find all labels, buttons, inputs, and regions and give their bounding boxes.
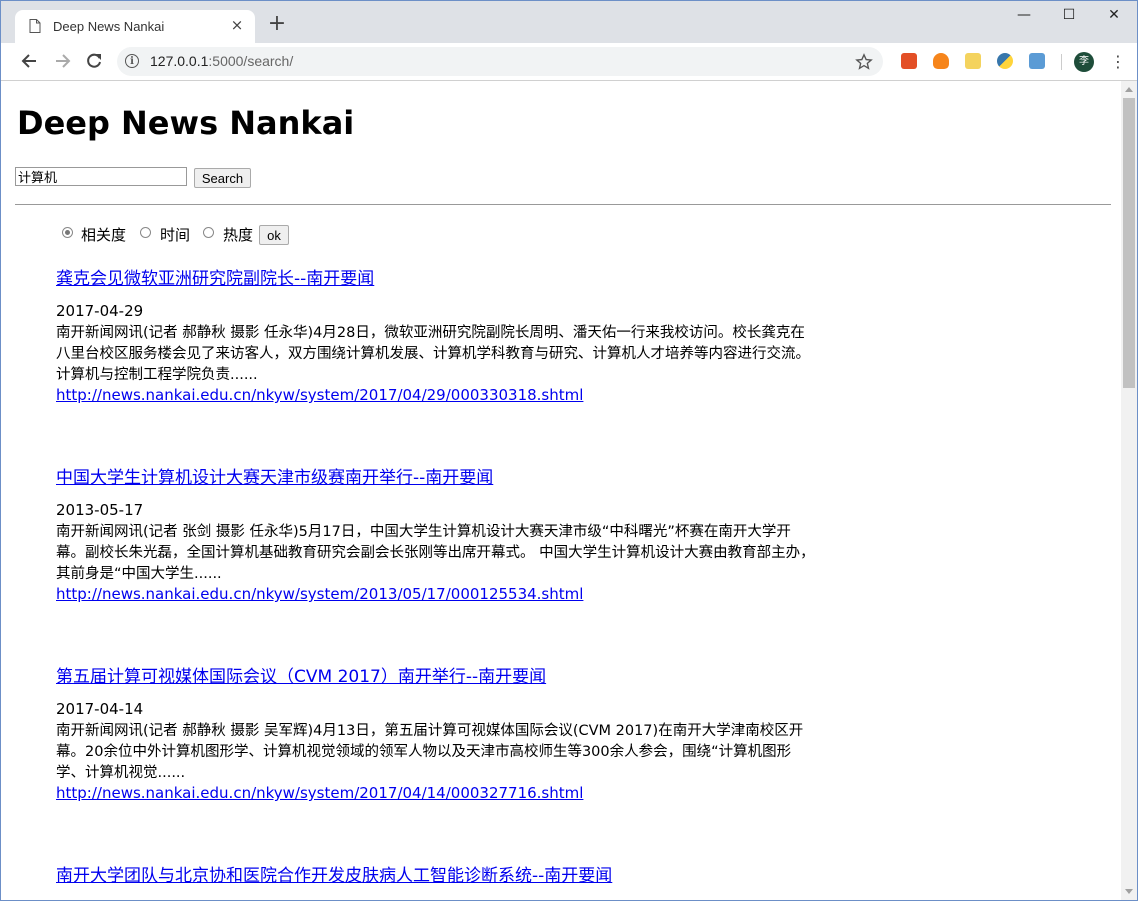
address-bar[interactable]: i 127.0.0.1:5000/search/ <box>117 47 883 76</box>
maximize-icon[interactable]: ☐ <box>1046 7 1092 27</box>
browser-toolbar: i 127.0.0.1:5000/search/ 李 ⋮ <box>1 43 1137 81</box>
toolbar-separator <box>1061 54 1062 70</box>
result-item: 中国大学生计算机设计大赛天津市级赛南开举行--南开要闻 2013-05-17 南… <box>56 463 826 603</box>
page-title: Deep News Nankai <box>17 104 355 142</box>
result-url-link[interactable]: http://news.nankai.edu.cn/nkyw/system/20… <box>56 386 583 404</box>
reload-icon[interactable] <box>84 51 104 71</box>
sort-popularity-label: 热度 <box>223 226 254 244</box>
page-viewport: Deep News Nankai Search 相关度 时间 热度 ok 龚克会… <box>1 81 1121 900</box>
close-icon[interactable]: × <box>229 17 245 33</box>
result-item: 龚克会见微软亚洲研究院副院长--南开要闻 2017-04-29 南开新闻网讯(记… <box>56 264 826 404</box>
new-tab-icon[interactable]: + <box>267 13 287 35</box>
result-title-link[interactable]: 南开大学团队与北京协和医院合作开发皮肤病人工智能诊断系统--南开要闻 <box>56 861 826 886</box>
result-date: 2017-04-29 <box>56 302 144 320</box>
result-date: 2013-05-17 <box>56 501 144 519</box>
sort-relevance-label: 相关度 <box>81 226 127 244</box>
extension-icon[interactable] <box>1029 53 1045 69</box>
result-url-link[interactable]: http://news.nankai.edu.cn/nkyw/system/20… <box>56 585 583 603</box>
divider <box>15 204 1111 205</box>
info-icon[interactable]: i <box>125 54 139 68</box>
search-button[interactable]: Search <box>194 168 251 188</box>
scroll-thumb[interactable] <box>1123 98 1135 388</box>
profile-avatar[interactable]: 李 <box>1074 52 1094 72</box>
result-url-link[interactable]: http://news.nankai.edu.cn/nkyw/system/20… <box>56 784 583 802</box>
tab-strip: Deep News Nankai × + — ☐ ✕ <box>1 1 1137 43</box>
result-snippet: 南开新闻网讯(记者 郝静秋 摄影 任永华)4月28日，微软亚洲研究院副院长周明、… <box>56 325 810 383</box>
forward-arrow-icon[interactable] <box>52 51 72 71</box>
page-scrollbar[interactable] <box>1121 81 1137 900</box>
result-title-link[interactable]: 中国大学生计算机设计大赛天津市级赛南开举行--南开要闻 <box>56 463 826 488</box>
back-arrow-icon[interactable] <box>20 51 40 71</box>
dictionary-extension-icon[interactable] <box>965 53 981 69</box>
url-text[interactable]: 127.0.0.1:5000/search/ <box>150 53 293 69</box>
sort-time-radio[interactable] <box>140 227 151 238</box>
tab-active[interactable]: Deep News Nankai × <box>15 10 255 43</box>
scroll-up-arrow-icon[interactable] <box>1125 87 1133 92</box>
menu-dots-icon[interactable]: ⋮ <box>1110 53 1126 71</box>
result-date: 2017-04-14 <box>56 700 144 718</box>
result-snippet: 南开新闻网讯(记者 郝静秋 摄影 吴军辉)4月13日，第五届计算可视媒体国际会议… <box>56 723 804 781</box>
metamask-extension-icon[interactable] <box>933 53 949 69</box>
bookmark-star-icon[interactable] <box>855 53 873 71</box>
sort-ok-button[interactable]: ok <box>259 225 289 245</box>
result-snippet: 南开新闻网讯(记者 张剑 摄影 任永华)5月17日，中国大学生计算机设计大赛天津… <box>56 524 815 582</box>
browser-window: Deep News Nankai × + — ☐ ✕ i 127.0.0.1:5… <box>0 0 1138 901</box>
tab-title: Deep News Nankai <box>53 19 165 34</box>
result-title-link[interactable]: 第五届计算可视媒体国际会议（CVM 2017）南开举行--南开要闻 <box>56 662 826 687</box>
search-input[interactable] <box>15 167 187 186</box>
sort-popularity-radio[interactable] <box>203 227 214 238</box>
window-close-icon[interactable]: ✕ <box>1091 7 1137 27</box>
document-icon <box>29 19 41 33</box>
result-item: 南开大学团队与北京协和医院合作开发皮肤病人工智能诊断系统--南开要闻 <box>56 861 826 886</box>
result-title-link[interactable]: 龚克会见微软亚洲研究院副院长--南开要闻 <box>56 264 826 289</box>
result-item: 第五届计算可视媒体国际会议（CVM 2017）南开举行--南开要闻 2017-0… <box>56 662 826 802</box>
scroll-down-arrow-icon[interactable] <box>1125 889 1133 894</box>
minimize-icon[interactable]: — <box>1001 7 1047 27</box>
python-extension-icon[interactable] <box>997 53 1013 69</box>
office-extension-icon[interactable] <box>901 53 917 69</box>
sort-relevance-radio[interactable] <box>62 227 73 238</box>
sort-time-label: 时间 <box>160 226 191 244</box>
